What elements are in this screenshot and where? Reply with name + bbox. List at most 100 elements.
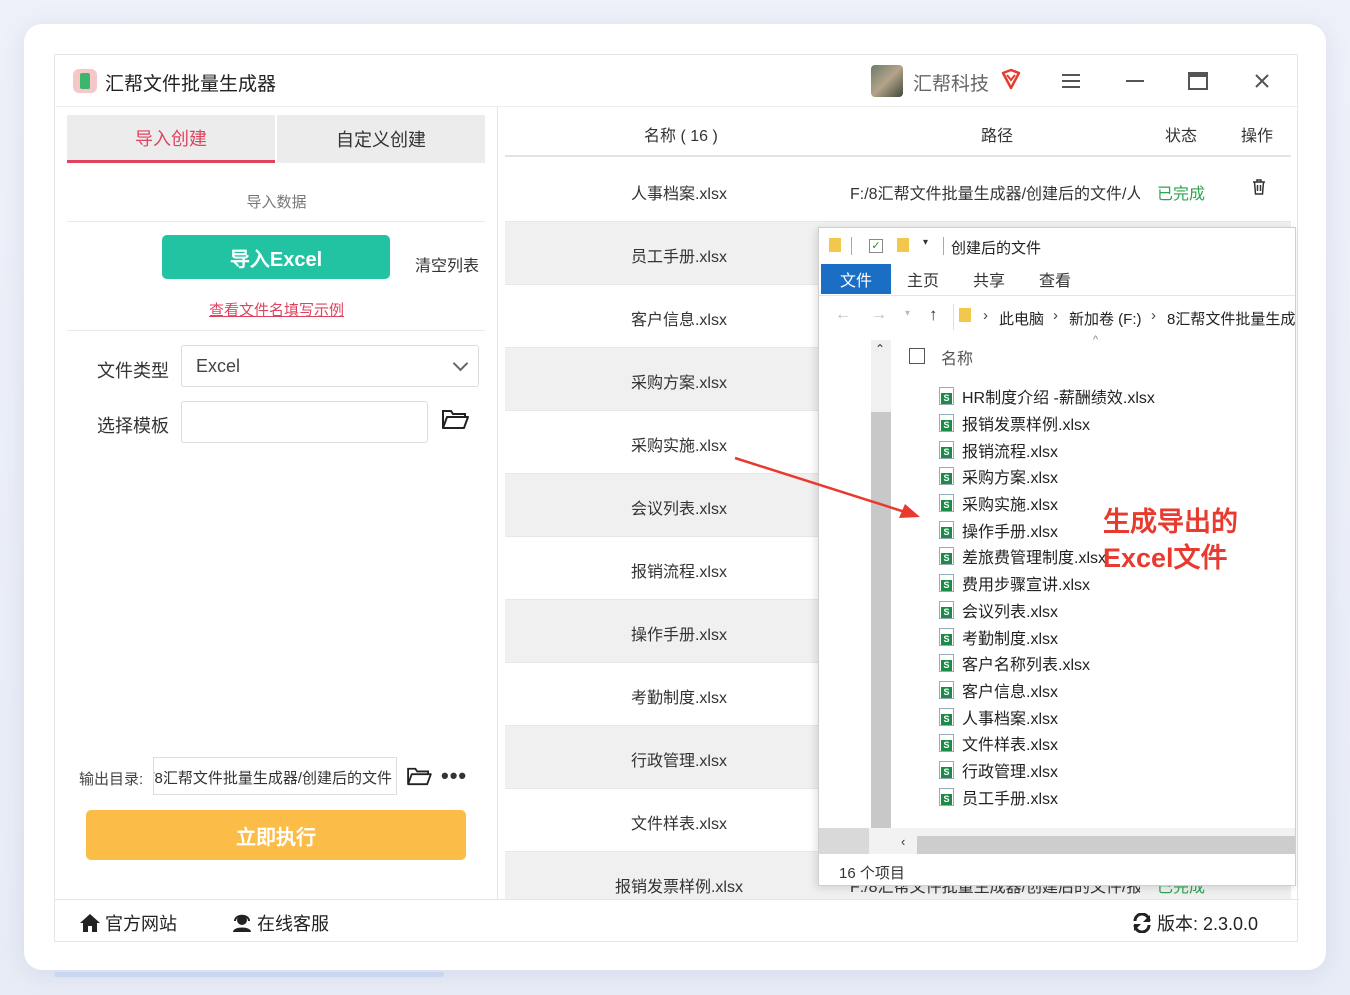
row-status: 已完成 [1157, 186, 1206, 203]
recent-dropdown-icon[interactable]: ▾ [905, 308, 910, 319]
scroll-left-icon[interactable]: ‹ [901, 834, 905, 849]
file-type-value: Excel [196, 356, 241, 376]
select-all-checkbox[interactable] [909, 348, 925, 364]
name-column-header[interactable]: 名称 [941, 345, 973, 369]
home-icon [80, 914, 100, 932]
template-input[interactable] [181, 401, 428, 443]
file-list: HR制度介绍 -薪酬绩效.xlsx 报销发票样例.xlsx 报销流程.xlsx … [939, 383, 1295, 810]
excel-file-icon [939, 414, 954, 433]
tab-import-create[interactable]: 导入创建 [67, 115, 275, 163]
horizontal-scroll-thumb[interactable] [917, 836, 1295, 854]
run-button[interactable]: 立即执行 [86, 810, 466, 860]
refresh-icon [1133, 913, 1151, 933]
row-name: 报销流程.xlsx [630, 564, 727, 581]
import-excel-button[interactable]: 导入Excel [162, 235, 390, 279]
list-item[interactable]: 行政管理.xlsx [939, 757, 1295, 784]
chevron-down-icon [452, 355, 469, 372]
website-label: 官方网站 [105, 914, 177, 934]
list-item[interactable]: 考勤制度.xlsx [939, 623, 1295, 650]
close-icon[interactable] [1245, 65, 1279, 97]
separator [943, 237, 944, 255]
list-item[interactable]: 客户名称列表.xlsx [939, 650, 1295, 677]
back-icon[interactable]: ← [835, 306, 851, 324]
more-options-icon[interactable]: ••• [441, 763, 467, 789]
new-folder-icon[interactable] [897, 238, 909, 252]
row-name: 行政管理.xlsx [630, 753, 727, 770]
row-name: 人事档案.xlsx [630, 186, 727, 203]
folder-open-icon[interactable] [441, 408, 469, 430]
path-folder-icon [959, 308, 971, 322]
excel-file-icon [939, 467, 954, 486]
file-name: 人事档案.xlsx [962, 710, 1059, 728]
col-action-header: 操作 [1241, 128, 1274, 145]
col-path-header: 路径 [981, 128, 1014, 145]
row-name: 考勤制度.xlsx [630, 690, 727, 707]
file-name: 文件样表.xlsx [962, 737, 1059, 755]
tab-custom-create[interactable]: 自定义创建 [277, 115, 485, 163]
ribbon-tab-share[interactable]: 共享 [969, 264, 1009, 294]
list-item[interactable]: 会议列表.xlsx [939, 597, 1295, 624]
excel-file-icon [939, 574, 954, 593]
official-website-link[interactable]: 官方网站 [79, 910, 177, 936]
list-item[interactable]: 客户信息.xlsx [939, 677, 1295, 704]
row-name: 会议列表.xlsx [630, 501, 727, 518]
scrollbar-thumb[interactable] [871, 412, 891, 828]
properties-icon[interactable]: ✓ [869, 239, 883, 253]
brand-name: 汇帮科技 [913, 74, 990, 95]
excel-file-icon [939, 494, 954, 513]
left-panel: 导入创建 自定义创建 导入数据 导入Excel 清空列表 查看文件名填写示例 文… [55, 107, 498, 899]
clear-list-button[interactable]: 清空列表 [415, 252, 479, 276]
maximize-icon[interactable] [1181, 65, 1215, 97]
ribbon-tab-home[interactable]: 主页 [903, 264, 943, 294]
ribbon-tab-file[interactable]: 文件 [821, 264, 891, 294]
divider [67, 221, 485, 222]
up-icon[interactable]: ↑ [929, 305, 938, 325]
list-item[interactable]: 员工手册.xlsx [939, 783, 1295, 810]
output-dir-label: 输出目录: [79, 771, 144, 788]
support-icon [233, 914, 251, 932]
breadcrumb-item[interactable]: 新加卷 (F:) [1069, 308, 1142, 329]
annotation-line-1: 生成导出的 [1103, 507, 1238, 537]
file-name: 采购实施.xlsx [962, 497, 1059, 515]
vip-diamond-icon[interactable] [999, 67, 1023, 91]
file-type-select[interactable]: Excel [181, 345, 479, 387]
folder-icon [829, 238, 841, 252]
list-item[interactable]: 报销流程.xlsx [939, 436, 1295, 463]
output-dir-input[interactable]: F:/8汇帮文件批量生成器/创建后的文件 [153, 757, 397, 795]
list-item[interactable]: 文件样表.xlsx [939, 730, 1295, 757]
file-type-label: 文件类型 [97, 361, 169, 381]
scroll-up-icon[interactable]: ⌃ [875, 342, 885, 356]
file-name: 费用步骤宣讲.xlsx [962, 577, 1091, 595]
file-name: 员工手册.xlsx [962, 790, 1059, 808]
breadcrumb-item[interactable]: 8汇帮文件批量生成 [1167, 308, 1295, 329]
list-item[interactable]: HR制度介绍 -薪酬绩效.xlsx [939, 383, 1295, 410]
file-name: 考勤制度.xlsx [962, 630, 1059, 648]
quick-access-dropdown-icon[interactable]: ▾ [923, 237, 928, 248]
example-link[interactable]: 查看文件名填写示例 [55, 299, 498, 320]
menu-icon[interactable] [1054, 65, 1088, 97]
row-name: 采购实施.xlsx [630, 438, 727, 455]
delete-icon[interactable] [1252, 179, 1266, 195]
version-info[interactable]: 版本: 2.3.0.0 [1131, 910, 1258, 936]
file-name: 行政管理.xlsx [962, 763, 1059, 781]
version-label: 版本: 2.3.0.0 [1157, 914, 1259, 934]
excel-file-icon [939, 440, 954, 459]
row-name: 客户信息.xlsx [630, 312, 727, 329]
user-avatar[interactable] [871, 65, 903, 97]
output-folder-icon[interactable] [406, 766, 432, 786]
list-item[interactable]: 人事档案.xlsx [939, 703, 1295, 730]
sort-indicator-icon: ^ [1093, 334, 1099, 346]
row-name: 报销发票样例.xlsx [614, 879, 743, 896]
file-name: 报销流程.xlsx [962, 443, 1059, 461]
excel-file-icon [939, 787, 954, 806]
breadcrumb-item[interactable]: 此电脑 [999, 308, 1044, 329]
list-item[interactable]: 采购方案.xlsx [939, 463, 1295, 490]
list-item[interactable]: 报销发票样例.xlsx [939, 410, 1295, 437]
online-service-link[interactable]: 在线客服 [231, 910, 329, 936]
annotation-line-2: Excel文件 [1103, 543, 1228, 573]
file-name: 客户信息.xlsx [962, 683, 1059, 701]
minimize-icon[interactable] [1118, 65, 1152, 97]
ribbon-tab-view[interactable]: 查看 [1035, 264, 1075, 294]
forward-icon[interactable]: → [871, 306, 887, 324]
table-row[interactable]: 人事档案.xlsx F:/8汇帮文件批量生成器/创建后的文件/人事档案.xlsx… [505, 159, 1291, 222]
